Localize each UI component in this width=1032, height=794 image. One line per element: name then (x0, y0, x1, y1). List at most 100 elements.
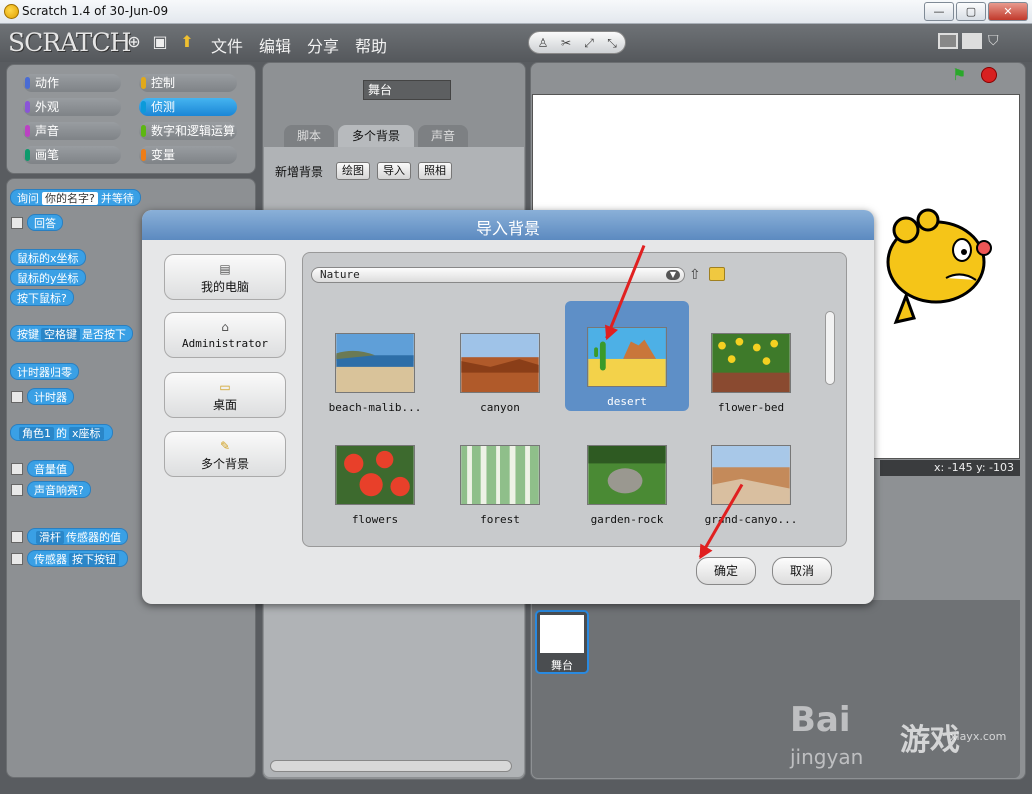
share-icon[interactable]: ⬆ (177, 32, 197, 52)
loud-checkbox[interactable] (11, 484, 23, 496)
attribute-of-block[interactable]: 角色1 的 x座标 (10, 424, 113, 441)
category-control[interactable]: 控制 (139, 74, 237, 92)
file-item[interactable]: grand-canyo... (689, 419, 813, 529)
key-pressed-block[interactable]: 按键 空格键 是否按下 (10, 325, 133, 342)
computer-icon: ▤ (219, 262, 231, 276)
place-label: 我的电脑 (200, 280, 249, 294)
dialog-title: 导入背景 (475, 219, 540, 238)
sensor-value-block[interactable]: 滑杆 传感器的值 (27, 528, 128, 545)
answer-checkbox[interactable] (11, 217, 23, 229)
forest-thumbnail (460, 445, 540, 505)
stage-name-field[interactable]: 舞台 (363, 80, 451, 100)
beach-thumbnail (335, 333, 415, 393)
file-item[interactable]: flowers (313, 419, 437, 529)
file-name: garden-rock (590, 513, 664, 526)
mouse-down-block[interactable]: 按下鼠标? (10, 289, 74, 306)
stage-thumbnail-label: 舞台 (551, 659, 573, 672)
language-globe-icon[interactable]: ⊕ (124, 32, 144, 52)
category-sound[interactable]: 声音 (23, 122, 121, 140)
file-item[interactable]: flower-bed (689, 307, 813, 417)
dialog-header: 导入背景 (142, 210, 874, 240)
file-item[interactable]: canyon (438, 307, 562, 417)
green-flag-icon[interactable]: ⚑ (952, 67, 972, 83)
sensor-block[interactable]: 传感器 按下按钮 (27, 550, 128, 567)
tab-scripts[interactable]: 脚本 (284, 125, 334, 147)
presentation-mode-icon[interactable]: ⛉ (988, 33, 1008, 49)
category-looks[interactable]: 外观 (23, 98, 121, 116)
folder-icon: ▭ (219, 380, 231, 394)
file-grid: beach-malib... canyon desert flower-bed … (303, 301, 823, 541)
loud-block[interactable]: 声音响亮? (27, 481, 91, 498)
vertical-scrollbar[interactable] (825, 311, 835, 385)
normal-stage-mode-icon[interactable] (962, 33, 982, 49)
menu-edit[interactable]: 编辑 (259, 33, 291, 57)
grow-tool-icon[interactable]: ⤢ (579, 35, 599, 51)
new-folder-icon[interactable] (709, 267, 725, 281)
file-item[interactable]: garden-rock (565, 419, 689, 529)
reset-timer-block[interactable]: 计时器归零 (10, 363, 79, 380)
save-icon[interactable]: ▣ (150, 32, 170, 52)
file-name: beach-malib... (328, 401, 422, 414)
category-variables[interactable]: 变量 (139, 146, 237, 164)
category-sensing[interactable]: 侦测 (139, 98, 237, 116)
sensor-checkbox[interactable] (11, 553, 23, 565)
place-backgrounds[interactable]: ✎ 多个背景 (164, 431, 286, 477)
tab-backgrounds[interactable]: 多个背景 (338, 125, 414, 147)
sprite-toolbar: ♙ ✂ ⤢ ⤡ (528, 31, 626, 54)
timer-block[interactable]: 计时器 (27, 388, 74, 405)
canyon-thumbnail (460, 333, 540, 393)
scratch-app-icon (4, 4, 19, 19)
file-item[interactable]: forest (438, 419, 562, 529)
desert-thumbnail (587, 327, 667, 387)
loudness-block[interactable]: 音量值 (27, 460, 74, 477)
file-name: desert (607, 395, 647, 408)
window-title: Scratch 1.4 of 30-Jun-09 (22, 4, 169, 18)
place-desktop[interactable]: ▭ 桌面 (164, 372, 286, 418)
mouse-x-block[interactable]: 鼠标的x坐标 (10, 249, 86, 266)
tab-sounds[interactable]: 声音 (418, 125, 468, 147)
mouse-y-block[interactable]: 鼠标的y坐标 (10, 269, 86, 286)
file-item-selected[interactable]: desert (565, 301, 689, 411)
home-icon: ⌂ (221, 320, 229, 334)
cancel-button[interactable]: 取消 (772, 557, 832, 585)
camera-button[interactable]: 照相 (418, 162, 452, 180)
horizontal-scrollbar[interactable] (270, 760, 512, 772)
close-button[interactable]: ✕ (988, 2, 1028, 21)
category-pen[interactable]: 画笔 (23, 146, 121, 164)
title-bar: Scratch 1.4 of 30-Jun-09 — ▢ ✕ (0, 0, 1032, 24)
import-button[interactable]: 导入 (377, 162, 411, 180)
watermark-text: jingyan (790, 745, 864, 769)
menu-help[interactable]: 帮助 (355, 33, 387, 57)
timer-checkbox[interactable] (11, 391, 23, 403)
place-administrator[interactable]: ⌂ Administrator (164, 312, 286, 358)
place-label: 桌面 (212, 398, 237, 412)
maximize-button[interactable]: ▢ (956, 2, 986, 21)
small-stage-mode-icon[interactable] (938, 33, 958, 49)
menu-file[interactable]: 文件 (211, 33, 243, 57)
place-my-computer[interactable]: ▤ 我的电脑 (164, 254, 286, 300)
ask-and-wait-block[interactable]: 询问 你的名字? 并等待 (10, 189, 141, 206)
loudness-checkbox[interactable] (11, 463, 23, 475)
file-item[interactable]: beach-malib... (313, 307, 437, 417)
garden-rock-thumbnail (587, 445, 667, 505)
paint-button[interactable]: 绘图 (336, 162, 370, 180)
duplicate-tool-icon[interactable]: ♙ (533, 35, 553, 51)
minimize-button[interactable]: — (924, 2, 954, 21)
folder-dropdown-value: Nature (320, 268, 360, 281)
stage-thumbnail-image (540, 615, 584, 653)
shrink-tool-icon[interactable]: ⤡ (602, 35, 622, 51)
stage-thumbnail[interactable]: 舞台 (535, 610, 589, 674)
category-palette: 动作 控制 外观 侦测 声音 数字和逻辑运算 画笔 变量 (6, 64, 256, 174)
file-name: forest (480, 513, 520, 526)
folder-up-icon[interactable]: ⇧ (689, 266, 703, 284)
menu-share[interactable]: 分享 (307, 33, 339, 57)
stop-icon[interactable] (981, 67, 997, 83)
sprite-cat[interactable] (866, 200, 1006, 330)
delete-tool-icon[interactable]: ✂ (556, 35, 576, 51)
answer-block[interactable]: 回答 (27, 214, 63, 231)
category-motion[interactable]: 动作 (23, 74, 121, 92)
sensor-value-checkbox[interactable] (11, 531, 23, 543)
category-operators[interactable]: 数字和逻辑运算 (139, 122, 237, 140)
scratch-window: Scratch 1.4 of 30-Jun-09 — ▢ ✕ SCRATCH ⊕… (0, 0, 1032, 794)
import-background-dialog: 导入背景 ▤ 我的电脑 ⌂ Administrator ▭ 桌面 ✎ 多个背景 … (142, 210, 874, 604)
